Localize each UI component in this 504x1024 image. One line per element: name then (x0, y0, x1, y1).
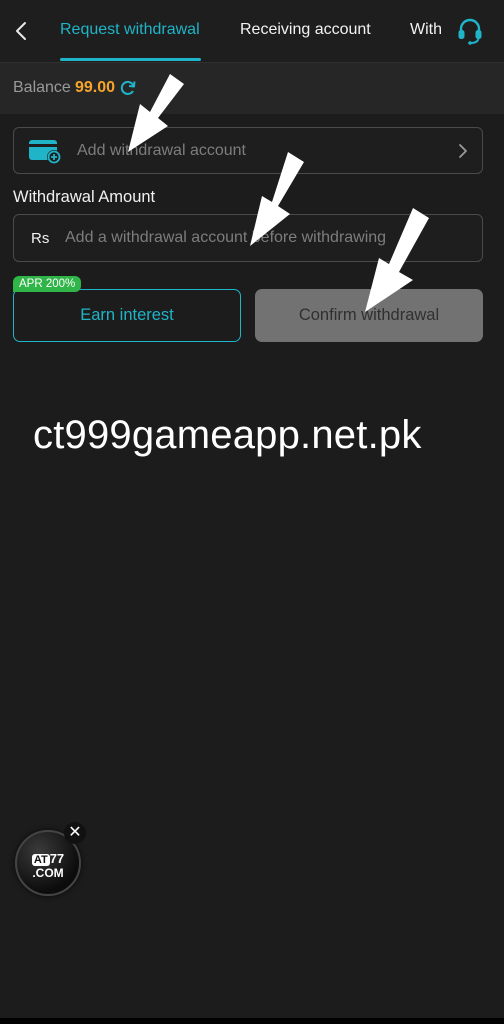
tab-request-withdrawal[interactable]: Request withdrawal (60, 21, 200, 39)
top-nav-bar: Request withdrawal Receiving account Wit… (0, 0, 504, 62)
withdrawal-amount-label: Withdrawal Amount (13, 188, 156, 206)
chevron-right-icon (459, 144, 467, 158)
earn-interest-button[interactable]: Earn interest (13, 289, 241, 342)
currency-symbol: Rs (31, 230, 50, 247)
pointer-arrow-icon (250, 152, 304, 246)
tab-withdrawal-history[interactable]: With (410, 21, 442, 39)
logo-at: AT (31, 854, 50, 866)
balance-value: 99.00 (75, 79, 116, 96)
headset-icon[interactable] (455, 16, 485, 46)
logo-domain: .COM (32, 866, 64, 880)
bottom-edge (0, 1018, 504, 1024)
balance-label: Balance (13, 79, 71, 96)
watermark-text: ct999gameapp.net.pk (33, 413, 422, 457)
apr-badge: APR 200% (13, 276, 82, 292)
chevron-left-icon[interactable] (10, 18, 34, 44)
logo-number: 77 (49, 851, 65, 866)
logo-brand: AT 77 (17, 851, 79, 866)
balance-bar: Balance 99.00 (0, 62, 504, 114)
wallet-add-icon (29, 140, 61, 164)
pointer-arrow-icon (365, 208, 429, 312)
tab-receiving-account[interactable]: Receiving account (240, 21, 371, 39)
close-icon[interactable]: ✕ (64, 822, 86, 844)
pointer-arrow-icon (128, 74, 184, 152)
active-tab-indicator (60, 58, 201, 61)
